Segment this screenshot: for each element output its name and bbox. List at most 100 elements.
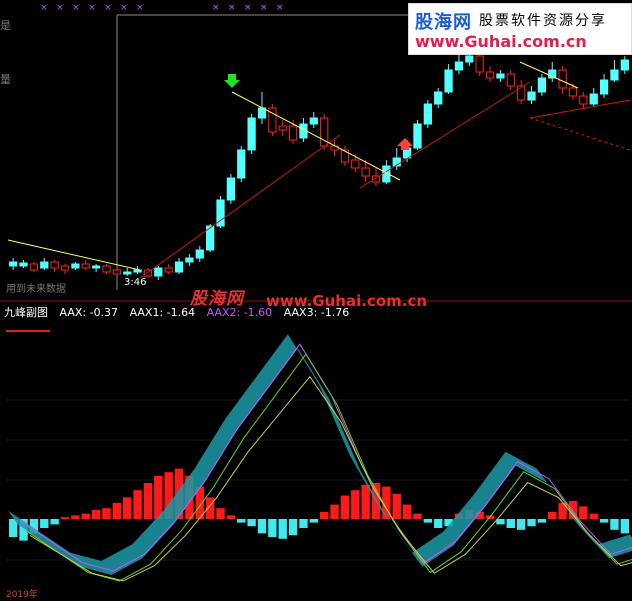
candle-body: [29, 263, 39, 271]
candle-body: [164, 267, 173, 273]
histogram-bar: [257, 519, 267, 534]
histogram-bar: [123, 497, 132, 519]
histogram-bar: [81, 513, 90, 519]
candle-body: [589, 93, 598, 105]
top-marker: ×: [56, 3, 64, 13]
top-marker: ×: [72, 3, 80, 13]
aax3-line: [25, 353, 632, 582]
top-marker: ×: [120, 3, 128, 13]
candle-body: [620, 59, 629, 71]
candle-body: [423, 103, 432, 125]
candle-body: [527, 91, 536, 101]
candle-body: [50, 261, 59, 269]
histogram-bar: [527, 519, 536, 527]
histogram-bar: [309, 519, 318, 523]
histogram-bar: [226, 515, 236, 519]
candle-body: [60, 265, 70, 271]
candle-body: [537, 77, 547, 93]
histogram-bar: [516, 519, 526, 530]
candle-body: [506, 73, 515, 87]
top-marker: ×: [88, 3, 96, 13]
candle-body: [195, 249, 204, 259]
indicator-title[interactable]: 九峰副图: [4, 306, 48, 319]
top-marker: ×: [40, 3, 48, 13]
indicator-aax2: AAX2: -1.60: [206, 306, 273, 319]
candle-body: [226, 177, 236, 201]
candle-body: [247, 117, 256, 151]
top-marker: ×: [212, 3, 220, 13]
histogram-bar: [237, 519, 246, 523]
candle-body: [71, 263, 80, 269]
candle-body: [185, 257, 194, 263]
aax2-line: [19, 343, 632, 572]
histogram-bar: [589, 513, 598, 519]
side-label-top: 是: [0, 19, 11, 32]
histogram-bar: [154, 475, 163, 519]
histogram-bar: [50, 519, 59, 525]
histogram-bar: [413, 513, 422, 519]
histogram-bar: [434, 519, 443, 528]
histogram-bar: [133, 490, 142, 519]
candle-body: [19, 262, 28, 267]
candle-body: [81, 263, 90, 269]
candle-body: [154, 267, 163, 277]
histogram-bar: [361, 484, 370, 519]
candle-body: [599, 79, 609, 95]
date-axis-label: 2019年: [6, 590, 38, 600]
indicator-header: 九峰副图 AAX: -0.37 AAX1: -1.64 AAX2: -1.60 …: [4, 304, 357, 320]
indicator-aax1: AAX1: -1.64: [129, 306, 196, 319]
candle-body: [174, 261, 184, 273]
histogram-bar: [330, 504, 339, 519]
candle-body: [413, 123, 422, 149]
candle-body: [558, 69, 567, 89]
top-marker: ×: [104, 3, 112, 13]
watermark-url: www.Guhai.com.cn: [415, 32, 587, 51]
buy-arrow-icon: [224, 74, 240, 88]
watermark-brand: 股海网: [415, 12, 472, 33]
aax-band: [8, 334, 632, 575]
top-marker: ×: [136, 3, 144, 13]
candle-body: [454, 61, 464, 71]
histogram-bar: [610, 519, 619, 530]
trend-line-dash: [529, 117, 631, 151]
side-label-mid: 量: [0, 73, 11, 86]
ma-line-mid: [231, 91, 401, 181]
candle-body: [278, 125, 287, 131]
histogram-bar: [392, 493, 401, 519]
candle-body: [91, 265, 101, 269]
top-marker: ×: [244, 3, 252, 13]
candle-body: [610, 69, 619, 81]
ma-line-right: [519, 61, 579, 89]
histogram-bar: [340, 495, 350, 519]
candle-body: [123, 271, 132, 275]
future-data-label: 用到未来数据: [6, 284, 66, 295]
candle-body: [496, 73, 505, 79]
watermark-slogan: 股票软件资源分享: [479, 13, 607, 29]
candle-body: [361, 167, 370, 177]
histogram-bar: [506, 519, 515, 528]
candle-body: [40, 261, 49, 269]
histogram-bar: [216, 508, 225, 519]
histogram-bar: [351, 490, 360, 519]
candle-body: [102, 265, 111, 273]
watermark-logo: 股海网 股票软件资源分享 www.Guhai.com.cn: [408, 3, 632, 55]
histogram-bar: [247, 519, 256, 527]
histogram-bar: [40, 519, 49, 528]
candle-body: [568, 87, 578, 97]
candle-body: [444, 69, 453, 93]
histogram-bar: [268, 519, 277, 537]
crosshair-time-label: 3:46: [124, 277, 147, 288]
histogram-bar: [143, 483, 153, 519]
histogram-bar: [423, 519, 433, 523]
candle-body: [340, 149, 350, 163]
candle-body: [465, 55, 474, 63]
candle-body: [9, 261, 18, 267]
candle-body: [133, 269, 142, 273]
histogram-bar: [205, 497, 215, 519]
histogram-bar: [402, 504, 412, 519]
top-marker: ×: [276, 3, 284, 13]
candle-body: [309, 117, 318, 125]
histogram-bar: [91, 510, 101, 519]
candle-body: [475, 55, 484, 73]
histogram-bar: [288, 519, 298, 536]
